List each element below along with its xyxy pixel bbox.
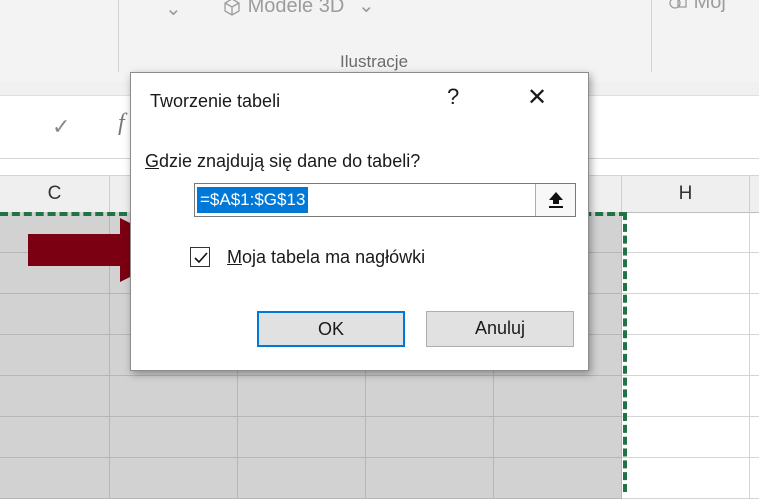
range-prompt-text: dzie znajdują się dane do tabeli?: [159, 151, 421, 171]
cube-icon: [224, 0, 240, 16]
ribbon: ⌄ Modele 3D ⌄ Ilustracje Moj: [0, 0, 759, 83]
column-header-c[interactable]: C: [0, 176, 110, 212]
worksheet-cell[interactable]: [622, 458, 750, 499]
range-prompt-label: Gdzie znajdują się dane do tabeli?: [145, 151, 420, 172]
dialog-title: Tworzenie tabeli: [150, 91, 281, 111]
create-table-dialog: Tworzenie tabeli ? ✕ Gdzie znajdują się …: [130, 72, 589, 371]
ribbon-item-right[interactable]: Moj: [668, 0, 726, 14]
worksheet-cell[interactable]: [622, 253, 750, 294]
worksheet-cell[interactable]: [622, 376, 750, 417]
check-icon[interactable]: ✓: [52, 114, 70, 140]
ribbon-separator: [118, 0, 119, 72]
cancel-button[interactable]: Anuluj: [426, 311, 574, 347]
models-3d-button[interactable]: Modele 3D ⌄: [222, 0, 375, 18]
worksheet-cell[interactable]: [750, 376, 759, 417]
worksheet-cell[interactable]: [750, 253, 759, 294]
ribbon-separator: [651, 0, 652, 72]
worksheet-cell[interactable]: [750, 458, 759, 499]
ok-button[interactable]: OK: [257, 311, 405, 347]
close-icon[interactable]: ✕: [527, 83, 547, 112]
headers-checkbox-text: oja tabela ma nagłówki: [242, 247, 426, 267]
headers-checkbox-label[interactable]: Moja tabela ma nagłówki: [227, 247, 425, 268]
range-input[interactable]: =$A$1:$G$13: [194, 183, 576, 217]
shapes-icon: [669, 0, 687, 9]
ribbon-group-label: Ilustracje: [340, 52, 409, 71]
headers-checkbox-accelerator: M: [227, 247, 242, 267]
worksheet-cell[interactable]: [750, 212, 759, 253]
fx-icon[interactable]: f: [118, 110, 125, 137]
worksheet-cell[interactable]: [750, 294, 759, 335]
worksheet-cell[interactable]: [750, 417, 759, 458]
ribbon-item-right-label: Moj: [693, 0, 726, 13]
worksheet-cell[interactable]: [750, 335, 759, 376]
upload-arrow-icon: [549, 192, 563, 208]
models-3d-label: Modele 3D: [247, 0, 345, 17]
column-header[interactable]: [750, 176, 759, 212]
range-prompt-accelerator: G: [145, 151, 160, 171]
chevron-down-icon[interactable]: ⌄: [165, 0, 182, 21]
range-input-value: =$A$1:$G$13: [197, 187, 309, 213]
worksheet-cell[interactable]: [622, 212, 750, 253]
checkmark-icon: [194, 252, 208, 264]
worksheet-cell[interactable]: [622, 294, 750, 335]
column-header-h[interactable]: H: [622, 176, 750, 212]
help-button[interactable]: ?: [447, 84, 459, 110]
chevron-down-icon: ⌄: [357, 0, 375, 17]
collapse-dialog-button[interactable]: [535, 184, 575, 216]
worksheet-cell[interactable]: [622, 335, 750, 376]
worksheet-cell[interactable]: [622, 417, 750, 458]
headers-checkbox[interactable]: [190, 247, 210, 267]
